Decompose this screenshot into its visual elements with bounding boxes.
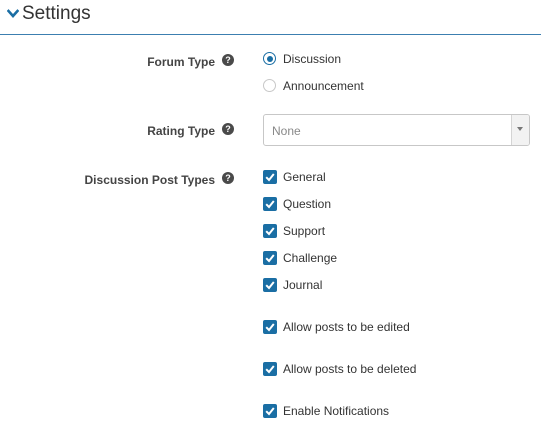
forum-type-announcement-radio[interactable] <box>263 79 276 92</box>
rating-type-select[interactable]: None <box>263 114 530 146</box>
post-type-challenge-label[interactable]: Challenge <box>283 251 337 265</box>
post-type-question-checkbox[interactable] <box>263 197 277 211</box>
rating-type-label: Rating Type <box>147 124 215 138</box>
post-type-journal-checkbox[interactable] <box>263 278 277 292</box>
allow-delete-checkbox[interactable] <box>263 362 277 376</box>
forum-type-discussion-label[interactable]: Discussion <box>283 52 341 66</box>
checkmark-icon <box>265 281 275 290</box>
rating-type-help-icon[interactable]: ? <box>222 123 234 135</box>
checkmark-icon <box>265 227 275 236</box>
post-type-question-label[interactable]: Question <box>283 197 331 211</box>
forum-type-discussion-radio[interactable] <box>263 52 276 65</box>
forum-type-label: Forum Type <box>147 55 215 69</box>
chevron-down-icon[interactable] <box>7 9 19 19</box>
section-title: Settings <box>22 3 91 24</box>
allow-edit-checkbox[interactable] <box>263 320 277 334</box>
post-type-general-checkbox[interactable] <box>263 170 277 184</box>
checkmark-icon <box>265 323 275 332</box>
forum-type-help-icon[interactable]: ? <box>222 54 234 66</box>
allow-edit-label[interactable]: Allow posts to be edited <box>283 320 410 334</box>
caret-down-icon <box>517 127 523 131</box>
checkmark-icon <box>265 173 275 182</box>
select-arrow-button[interactable] <box>511 115 529 145</box>
forum-type-announcement-label[interactable]: Announcement <box>283 79 364 93</box>
post-type-general-label[interactable]: General <box>283 170 326 184</box>
settings-section-header[interactable]: Settings <box>0 0 541 35</box>
checkmark-icon <box>265 254 275 263</box>
checkmark-icon <box>265 407 275 416</box>
allow-delete-label[interactable]: Allow posts to be deleted <box>283 362 416 376</box>
checkmark-icon <box>265 200 275 209</box>
post-type-support-checkbox[interactable] <box>263 224 277 238</box>
enable-notifications-checkbox[interactable] <box>263 404 277 418</box>
enable-notifications-label[interactable]: Enable Notifications <box>283 404 389 418</box>
discussion-post-types-help-icon[interactable]: ? <box>222 172 234 184</box>
post-type-support-label[interactable]: Support <box>283 224 325 238</box>
post-type-challenge-checkbox[interactable] <box>263 251 277 265</box>
rating-type-selected-value: None <box>272 124 301 138</box>
discussion-post-types-label: Discussion Post Types <box>84 173 215 187</box>
post-type-journal-label[interactable]: Journal <box>283 278 322 292</box>
checkmark-icon <box>265 365 275 374</box>
